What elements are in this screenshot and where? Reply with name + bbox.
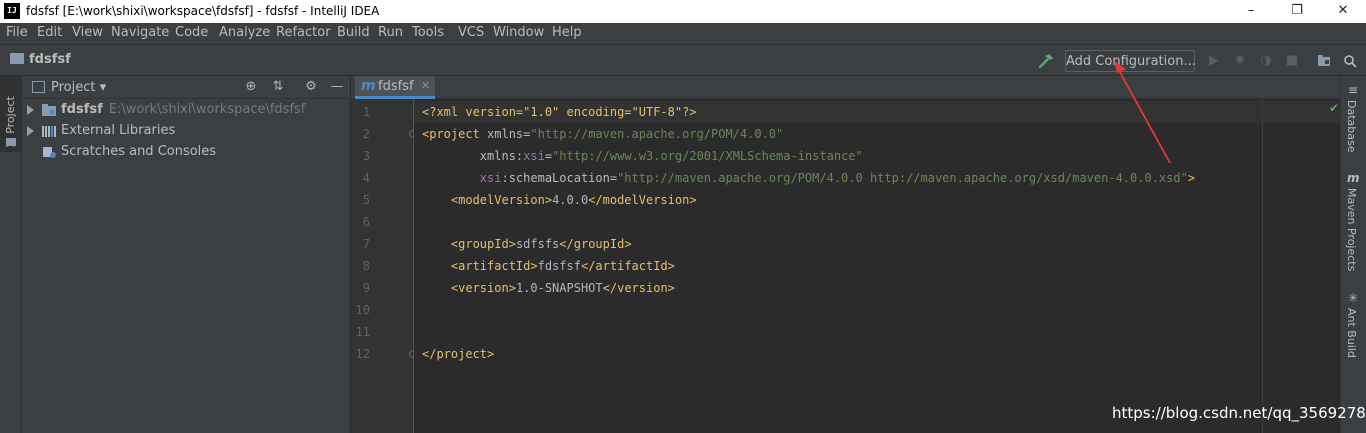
project-structure-icon[interactable] [1317, 54, 1331, 68]
intellij-logo-icon: IJ [4, 3, 20, 19]
tree-item-label: Scratches and Consoles [61, 144, 217, 159]
maven-file-icon: m [361, 78, 376, 94]
search-everywhere-icon[interactable] [1343, 54, 1357, 68]
maximize-button[interactable]: ❐ [1274, 0, 1320, 23]
collapse-all-icon[interactable]: ⇅ [271, 80, 285, 94]
folder-icon [6, 138, 16, 146]
stop-icon[interactable]: ■ [1285, 54, 1299, 68]
code-line: <artifactId>fdsfsf</artifactId> [450, 259, 675, 273]
coverage-icon[interactable]: ◑ [1259, 54, 1273, 68]
menu-refactor[interactable]: Refactor [276, 25, 331, 40]
hide-panel-icon[interactable]: — [330, 80, 344, 94]
project-view-selector[interactable]: Project ▾ [51, 80, 106, 95]
project-panel-header: Project ▾ ⊕ ⇅ ⚙ — [22, 76, 351, 99]
tree-item-label: fdsfsf [61, 102, 103, 117]
code-line: <groupId>sdfsfs</groupId> [450, 237, 632, 251]
line-number: 11 [355, 325, 370, 339]
window-title: fdsfsf [E:\work\shixi\workspace\fdsfsf] … [26, 4, 380, 18]
editor-tab-bar: m fdsfsf ✕ [351, 76, 1340, 99]
line-number: 7 [362, 237, 370, 251]
watermark: https://blog.csdn.net/qq_35692783 [1112, 404, 1366, 422]
menu-navigate[interactable]: Navigate [111, 25, 169, 40]
ant-build-tool-tab[interactable]: Ant Build [1345, 308, 1358, 358]
library-icon [42, 126, 56, 137]
menu-view[interactable]: View [72, 25, 103, 40]
editor-gutter: 1 2 3 4 5 6 7 8 9 10 11 12 [351, 99, 417, 433]
folder-icon [10, 53, 24, 64]
project-panel: Project ▾ ⊕ ⇅ ⚙ — fdsfsf E:\work\shixi\wo… [22, 76, 351, 433]
no-problems-check-icon: ✔ [1329, 101, 1340, 115]
left-tool-stripe: 1: Project [0, 76, 22, 433]
line-number: 10 [355, 303, 370, 317]
menu-build[interactable]: Build [337, 25, 370, 40]
menu-tools[interactable]: Tools [412, 25, 444, 40]
tree-item-module[interactable]: fdsfsf E:\work\shixi\workspace\fdsfsf [22, 100, 351, 121]
line-number: 8 [362, 259, 370, 273]
project-tool-tab[interactable]: 1: Project [0, 76, 21, 152]
breadcrumb[interactable]: fdsfsf [10, 52, 71, 67]
code-line: <project xmlns="http://maven.apache.org/… [422, 127, 784, 141]
code-line: xsi:schemaLocation="http://maven.apache.… [479, 171, 1196, 185]
maven-icon: m [1347, 171, 1360, 185]
line-number: 4 [362, 171, 370, 185]
close-window-button[interactable]: ✕ [1320, 0, 1366, 23]
code-line: </project> [422, 347, 495, 361]
run-icon[interactable]: ▶ [1207, 54, 1221, 68]
maven-projects-tool-tab[interactable]: Maven Projects [1345, 188, 1358, 271]
title-bar: IJ fdsfsf [E:\work\shixi\workspace\fdsfs… [0, 0, 1366, 23]
menu-analyze[interactable]: Analyze [219, 25, 270, 40]
breadcrumb-label: fdsfsf [29, 52, 71, 67]
right-margin-guide [1262, 99, 1263, 433]
ant-icon: ✳ [1347, 291, 1359, 305]
menu-edit[interactable]: Edit [37, 25, 62, 40]
locate-file-icon[interactable]: ⊕ [244, 80, 258, 94]
menu-code[interactable]: Code [175, 25, 208, 40]
gear-icon[interactable]: ⚙ [304, 80, 318, 94]
line-number: 1 [362, 105, 370, 119]
tree-item-path: E:\work\shixi\workspace\fdsfsf [108, 102, 306, 117]
code-line: xmlns:xsi="http://www.w3.org/2001/XMLSch… [479, 149, 863, 163]
menu-file[interactable]: File [6, 25, 28, 40]
tree-item-external-libraries[interactable]: External Libraries [22, 121, 351, 142]
debug-icon[interactable]: ✹ [1233, 54, 1247, 68]
editor-tab-label: fdsfsf [378, 79, 414, 94]
code-editor[interactable]: <?xml version="1.0" encoding="UTF-8"?> <… [414, 99, 1340, 433]
line-number: 3 [362, 149, 370, 163]
line-number: 9 [362, 281, 370, 295]
close-icon[interactable]: ✕ [421, 79, 430, 92]
code-line: <modelVersion>4.0.0</modelVersion> [450, 193, 697, 207]
database-tool-tab[interactable]: Database [1345, 100, 1358, 153]
scratches-icon [43, 147, 56, 158]
code-line: <version>1.0-SNAPSHOT</version> [450, 281, 675, 295]
build-hammer-icon[interactable] [1037, 52, 1055, 70]
right-tool-stripe: ≡ Database m Maven Projects ✳ Ant Build [1340, 76, 1366, 433]
annotation-arrow-icon [1114, 61, 1171, 164]
line-number: 12 [355, 347, 370, 361]
menu-vcs[interactable]: VCS [458, 25, 484, 40]
menu-help[interactable]: Help [552, 25, 582, 40]
menu-window[interactable]: Window [493, 25, 544, 40]
menu-run[interactable]: Run [378, 25, 403, 40]
expand-arrow-icon[interactable] [27, 105, 34, 115]
module-folder-icon [42, 104, 56, 116]
editor-tab-pom[interactable]: m fdsfsf ✕ [355, 76, 435, 99]
project-view-icon [32, 81, 45, 93]
line-number: 2 [362, 127, 370, 141]
tree-item-scratches[interactable]: Scratches and Consoles [22, 142, 351, 163]
expand-arrow-icon[interactable] [27, 126, 34, 136]
minimize-button[interactable]: – [1228, 0, 1274, 23]
line-number: 5 [362, 193, 370, 207]
code-line: <?xml version="1.0" encoding="UTF-8"?> [422, 105, 697, 119]
tree-item-label: External Libraries [61, 123, 176, 138]
line-number: 6 [362, 215, 370, 229]
database-icon: ≡ [1347, 83, 1359, 97]
menu-bar: File Edit View Navigate Code Analyze Ref… [0, 23, 1366, 44]
